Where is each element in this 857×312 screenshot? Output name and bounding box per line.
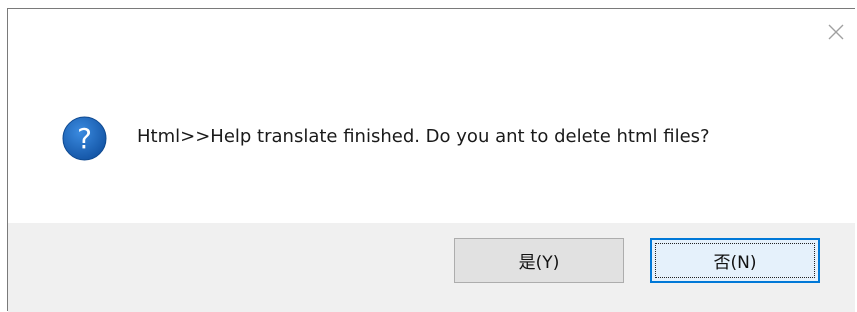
svg-text:?: ? — [77, 122, 92, 155]
close-icon — [828, 24, 844, 40]
no-button[interactable]: 否(N) — [650, 238, 820, 283]
dialog-message: Html>>Help translate finished. Do you an… — [137, 126, 710, 147]
no-button-label: 否(N) — [713, 253, 757, 273]
window-top-strip — [0, 0, 857, 8]
dialog-content: ? Html>>Help translate finished. Do you … — [8, 9, 855, 223]
question-icon: ? — [62, 116, 107, 161]
yes-button-label: 是(Y) — [518, 253, 560, 273]
yes-button[interactable]: 是(Y) — [454, 238, 624, 283]
close-button[interactable] — [819, 15, 853, 49]
